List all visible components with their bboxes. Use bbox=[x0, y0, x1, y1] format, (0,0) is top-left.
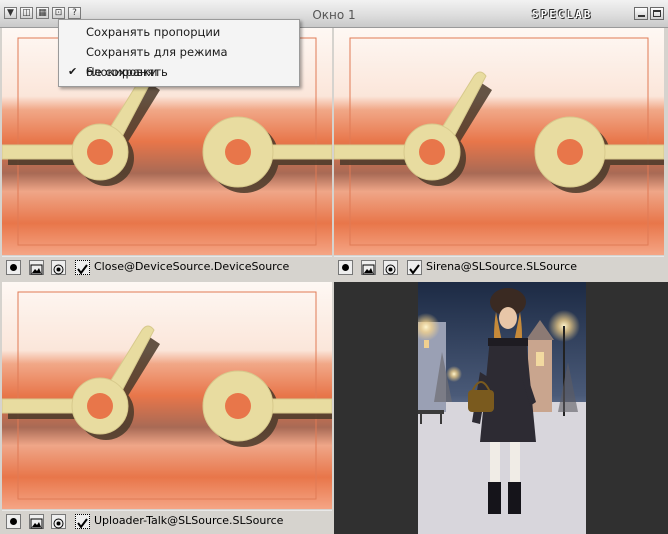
menu-item-keep-proportions[interactable]: Сохранять пропорции bbox=[60, 22, 298, 42]
video-panel-3[interactable]: Uploader-Talk@SLSource.SLSource bbox=[2, 282, 332, 533]
maximize-button[interactable] bbox=[650, 7, 664, 20]
switch-image bbox=[334, 28, 664, 255]
target-icon[interactable] bbox=[51, 514, 66, 529]
menu-item-dont-keep[interactable]: ✔ Не сохранять bbox=[60, 62, 298, 82]
checkbox-icon[interactable] bbox=[75, 260, 90, 275]
image-icon[interactable] bbox=[29, 260, 44, 275]
switch-image bbox=[2, 282, 332, 509]
minimize-button[interactable] bbox=[634, 7, 648, 20]
menu-item-label: Не сохранять bbox=[86, 65, 168, 79]
source-label: Sirena@SLSource.SLSource bbox=[426, 260, 578, 273]
video-panel-2[interactable]: Sirena@SLSource.SLSource bbox=[334, 28, 664, 279]
video-view[interactable] bbox=[334, 28, 664, 255]
source-label: Uploader-Talk@SLSource.SLSource bbox=[94, 514, 284, 527]
image-icon[interactable] bbox=[29, 514, 44, 529]
panel-controls: Close@DeviceSource.DeviceSource bbox=[2, 256, 332, 279]
source-label: Close@DeviceSource.DeviceSource bbox=[94, 260, 290, 273]
context-menu: Сохранять пропорции Сохранять для режима… bbox=[58, 19, 300, 87]
panel-controls: Uploader-Talk@SLSource.SLSource bbox=[2, 510, 332, 533]
menu-item-label: Сохранять пропорции bbox=[86, 25, 221, 39]
record-icon[interactable] bbox=[338, 260, 353, 275]
winter-photo bbox=[418, 282, 586, 534]
brand-logo: SPECLAB bbox=[532, 8, 593, 21]
target-icon[interactable] bbox=[383, 260, 398, 275]
video-panel-4[interactable] bbox=[334, 282, 668, 534]
check-icon: ✔ bbox=[68, 65, 78, 78]
panel-controls: Sirena@SLSource.SLSource bbox=[334, 256, 664, 279]
record-icon[interactable] bbox=[6, 260, 21, 275]
video-view[interactable] bbox=[2, 282, 332, 509]
target-icon[interactable] bbox=[51, 260, 66, 275]
checkbox-icon[interactable] bbox=[75, 514, 90, 529]
checkbox-icon[interactable] bbox=[407, 260, 422, 275]
menu-item-keep-lock-mode[interactable]: Сохранять для режима блокировки bbox=[60, 42, 298, 79]
image-icon[interactable] bbox=[361, 260, 376, 275]
record-icon[interactable] bbox=[6, 514, 21, 529]
